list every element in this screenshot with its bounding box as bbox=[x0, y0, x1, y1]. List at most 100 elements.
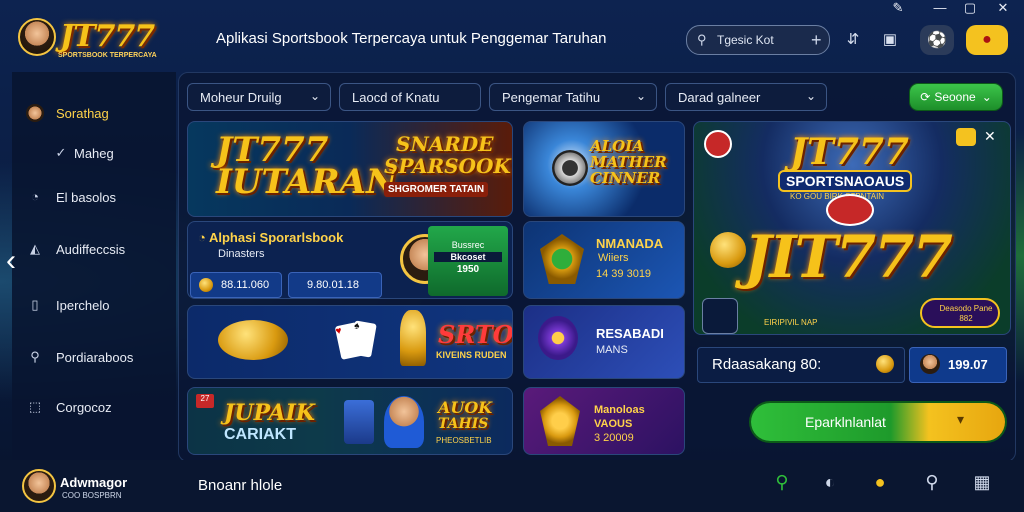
sidebar-item-audiffeccsis[interactable]: ◭ Audiffeccsis bbox=[26, 240, 125, 258]
logo-avatar bbox=[18, 18, 56, 56]
page-title: Aplikasi Sportsbook Terpercaya untuk Pen… bbox=[216, 30, 607, 47]
jupaik-card[interactable]: 27 JUPAIK CARIAKT AUOK TAHIS PHEOSBETLIB bbox=[187, 387, 513, 455]
search-value[interactable]: Tgesic Kot bbox=[717, 33, 807, 47]
soccer-ball-button[interactable]: ⚽ bbox=[920, 25, 954, 55]
hero-title-top: JT777 bbox=[790, 131, 909, 173]
carousel-prev-icon[interactable]: ‹ bbox=[6, 244, 16, 278]
coin-icon bbox=[710, 232, 746, 268]
filter-label: Laocd of Knatu bbox=[352, 89, 440, 105]
coin-icon[interactable]: ● bbox=[868, 472, 892, 493]
resabadi-card[interactable]: RESABADI MANS bbox=[523, 305, 685, 379]
flag-icon: 27 bbox=[196, 394, 214, 408]
football-icon bbox=[826, 194, 874, 226]
hero-title-mid: SPORTSNAOAUS bbox=[778, 170, 913, 192]
filter-label: Pengemar Tatihu bbox=[502, 89, 601, 105]
filter-dropdown-4[interactable]: Darad galneer ⌄ bbox=[665, 83, 827, 111]
shoe-icon: ◭ bbox=[30, 241, 40, 256]
seoone-label: Seoone bbox=[934, 90, 976, 104]
jupaik-sub: CARIAKT bbox=[224, 426, 296, 443]
brand-subtitle: SPORTSBOOK TERPERCAYA bbox=[58, 52, 157, 59]
grid-icon[interactable]: ▦ bbox=[970, 472, 994, 493]
green-odds-number: 1950 bbox=[456, 264, 480, 275]
sidebar-item-label: El basolos bbox=[56, 189, 116, 205]
avatar-icon bbox=[26, 104, 44, 122]
chevron-down-icon: ⌄ bbox=[981, 90, 992, 104]
top-bar: JT777 SPORTSBOOK TERPERCAYA Aplikasi Spo… bbox=[0, 0, 1024, 72]
sidebar-item-pordiaraboos[interactable]: ⚲ Pordiaraboos bbox=[26, 348, 133, 366]
chevron-down-icon: ⌄ bbox=[635, 89, 646, 103]
green-odds-card[interactable]: Bussrec Bkcoset 1950 bbox=[428, 226, 508, 296]
refresh-icon: ⟳ bbox=[920, 90, 931, 104]
stat-value-box[interactable]: 199.07 bbox=[909, 347, 1007, 383]
filter-icon[interactable]: ⇵ bbox=[843, 30, 863, 48]
promo-info-sub: Dinasters bbox=[218, 248, 265, 260]
stat-row: Rdaasakang 80: bbox=[697, 347, 905, 383]
bottom-title: Bnoanr hlole bbox=[198, 477, 283, 494]
nmanada-card[interactable]: NMANADA Wiiers 14 39 3019 bbox=[523, 221, 685, 299]
add-icon[interactable]: + bbox=[811, 30, 822, 51]
crest-icon bbox=[540, 396, 580, 446]
auok-title: AUOK bbox=[438, 398, 493, 417]
check-icon: ✓ bbox=[55, 145, 67, 160]
jupaik-title: JUPAIK bbox=[224, 400, 316, 426]
app-logo[interactable]: JT777 SPORTSBOOK TERPERCAYA bbox=[18, 18, 157, 59]
manoloas-date: 3 20009 bbox=[594, 432, 634, 444]
promo-card[interactable]: ALOIA MATHER CINNER bbox=[523, 121, 685, 217]
odds-pill-value: 88.11.060 bbox=[221, 279, 270, 291]
manoloas-card[interactable]: Manoloas VAOUS 3 20009 bbox=[523, 387, 685, 455]
banner-card[interactable]: JT777 IUTARAN SNARDE SPARSOOK SHGROMER T… bbox=[187, 121, 513, 217]
sidebar-item-corgocoz[interactable]: ⬚ Corgocoz bbox=[26, 398, 112, 416]
manoloas-title: Manoloas bbox=[594, 404, 645, 416]
phone-icon bbox=[344, 400, 374, 444]
sidebar-item-iperchelo[interactable]: ▯ Iperchelo bbox=[26, 296, 109, 314]
coin-icon: ● bbox=[982, 31, 992, 48]
promo-info-title: ◔ Alphasi Sporarlsbook bbox=[198, 230, 344, 245]
fire-icon bbox=[956, 128, 976, 146]
filter-label: Moheur Druilg bbox=[200, 89, 282, 105]
chart-icon: ⬚ bbox=[28, 399, 42, 414]
user-avatar[interactable] bbox=[22, 469, 56, 503]
cta-button[interactable]: Eparklnlanlat ▾ bbox=[751, 403, 1005, 441]
search-input[interactable]: ⚲ Tgesic Kot + bbox=[686, 25, 830, 55]
filter-dropdown-2[interactable]: Laocd of Knatu bbox=[339, 83, 481, 111]
auok-sub: TAHIS bbox=[438, 416, 489, 432]
sidebar-item-label: Audiffeccsis bbox=[56, 241, 126, 257]
odds-pill-2[interactable]: 9.80.01.18 bbox=[288, 272, 382, 298]
sidebar: Sorathag ✓ Maheg ◔ El basolos ◭ Audiffec… bbox=[12, 72, 176, 460]
nmanada-title: NMANADA bbox=[596, 236, 664, 251]
search-icon[interactable]: ⚲ bbox=[770, 472, 794, 493]
dice-icon[interactable] bbox=[702, 298, 738, 334]
location-icon[interactable]: ◐ bbox=[818, 472, 842, 493]
record-icon bbox=[704, 130, 732, 158]
green-odds-value: Bkcoset bbox=[434, 252, 502, 262]
sidebar-item-basolos[interactable]: ◔ El basolos bbox=[26, 188, 116, 206]
odds-pill-1[interactable]: 88.11.060 bbox=[190, 272, 282, 298]
wallet-button[interactable]: ● bbox=[966, 25, 1008, 55]
hero-small-text: EIRIPIVIL NAP bbox=[764, 318, 818, 327]
slot-sub: KIVEINS RUDEN bbox=[436, 350, 507, 360]
main-panel: Moheur Druilg ⌄ Laocd of Knatu Pengemar … bbox=[178, 72, 1016, 462]
nmanada-sub: Wiiers bbox=[598, 252, 629, 264]
user-sub: COO BOSPBRN bbox=[62, 491, 122, 500]
resabadi-sub: MANS bbox=[596, 344, 628, 356]
close-icon[interactable]: ✕ bbox=[984, 128, 996, 145]
stat-label: Rdaasakang 80: bbox=[712, 356, 822, 373]
filter-dropdown-3[interactable]: Pengemar Tatihu ⌄ bbox=[489, 83, 657, 111]
banner-b-line3: SHGROMER TATAIN bbox=[384, 182, 489, 197]
promo-card-title: ALOIA MATHER CINNER bbox=[590, 137, 667, 187]
playing-cards-icon: ♥ ♠ bbox=[334, 320, 378, 364]
hero-badge[interactable]: Deasodo Pane 882 bbox=[920, 298, 1000, 328]
sidebar-item-sorathag[interactable]: Sorathag bbox=[26, 104, 109, 122]
hero-banner[interactable]: ✕ JT777 SPORTSNAOAUS KO GOU BIRK STBNTAI… bbox=[693, 121, 1011, 335]
promo-info-card[interactable]: ◔ Alphasi Sporarlsbook Dinasters 88.11.0… bbox=[187, 221, 513, 299]
auok-note: PHEOSBETLIB bbox=[436, 436, 492, 445]
bookmark-icon[interactable]: ▣ bbox=[880, 30, 900, 48]
search-icon: ⚲ bbox=[30, 349, 40, 364]
slot-card[interactable]: ♥ ♠ SRTO KIVEINS RUDEN bbox=[187, 305, 513, 379]
seoone-button[interactable]: ⟳ Seoone ⌄ bbox=[910, 84, 1002, 110]
pie-icon: ◔ bbox=[31, 189, 39, 204]
sidebar-item-maheg[interactable]: ✓ Maheg bbox=[52, 144, 114, 162]
magnifier-icon[interactable]: ⚲ bbox=[920, 472, 944, 493]
filter-dropdown-1[interactable]: Moheur Druilg ⌄ bbox=[187, 83, 331, 111]
coin-stack-icon bbox=[218, 320, 288, 360]
